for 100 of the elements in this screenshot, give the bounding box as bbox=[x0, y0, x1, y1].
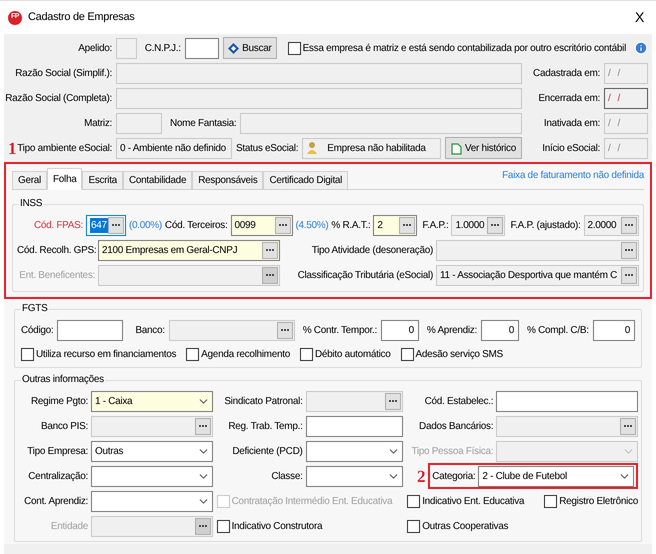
checkbox-option[interactable]: Outras Cooperativas bbox=[407, 518, 508, 534]
checkbox-option[interactable]: Indicativo Construtora bbox=[216, 518, 322, 534]
checkbox[interactable] bbox=[400, 348, 414, 361]
lookup-field[interactable]: 2100 Empresas em Geral-CNPJ bbox=[98, 240, 280, 260]
field-label: Razão Social (Simplif.): bbox=[14, 66, 112, 80]
input-field[interactable] bbox=[184, 38, 220, 58]
field-label: Cont. Aprendiz: bbox=[23, 494, 88, 508]
ellipsis-button[interactable] bbox=[621, 242, 637, 258]
dropdown[interactable]: 2 - Clube de Futebol bbox=[478, 466, 634, 486]
checkbox[interactable] bbox=[407, 520, 420, 532]
field-label: Deficiente (PCD) bbox=[231, 444, 303, 458]
ellipsis-button[interactable] bbox=[399, 216, 416, 234]
dropdown[interactable] bbox=[91, 490, 213, 512]
number-field[interactable]: 0 bbox=[592, 320, 635, 340]
dropdown[interactable] bbox=[91, 466, 213, 486]
tab[interactable]: Certificado Digital bbox=[263, 171, 348, 190]
lookup-field[interactable]: 0099 bbox=[230, 214, 292, 236]
checkbox-option[interactable]: Agenda recolhimento bbox=[186, 347, 290, 362]
field-label: Reg. Trab. Temp.: bbox=[227, 420, 303, 434]
search-button[interactable]: Buscar bbox=[223, 37, 276, 59]
field-label: C.N.P.J.: bbox=[144, 42, 181, 56]
ellipsis-button[interactable] bbox=[262, 242, 278, 258]
ellipsis-button[interactable] bbox=[620, 418, 636, 434]
annotation-number: 1 bbox=[8, 140, 16, 156]
ellipsis-button[interactable] bbox=[621, 216, 637, 234]
checkbox-label: Débito automático bbox=[314, 348, 390, 362]
number-field[interactable]: 0 bbox=[380, 320, 419, 340]
input-field[interactable] bbox=[57, 320, 124, 340]
checkbox-option[interactable]: Registro Eletrônico bbox=[544, 494, 638, 508]
diamond-logo-icon bbox=[228, 42, 240, 54]
tab[interactable]: Escrita bbox=[82, 171, 123, 190]
field-label: Categoria: bbox=[432, 470, 476, 484]
field-label: Cód. Recolh. GPS: bbox=[17, 244, 95, 258]
dropdown[interactable] bbox=[306, 466, 404, 486]
input-field[interactable]: 0 - Ambiente não definido bbox=[116, 138, 232, 158]
checkbox[interactable] bbox=[288, 42, 301, 54]
field-label: Ent. Beneficentes: bbox=[18, 268, 95, 282]
lookup-field[interactable]: 11 - Associação Desportiva que mantém C bbox=[436, 264, 639, 286]
input-field[interactable] bbox=[116, 112, 162, 134]
tab[interactable]: Folha bbox=[46, 168, 82, 190]
checkbox-label: Utiliza recurso em financiamentos bbox=[36, 348, 176, 362]
checkbox[interactable] bbox=[186, 348, 200, 361]
checkbox-option[interactable]: Utiliza recurso em financiamentos bbox=[21, 347, 176, 362]
checkbox[interactable] bbox=[21, 348, 34, 361]
input-field[interactable] bbox=[306, 416, 404, 436]
document-icon bbox=[450, 142, 462, 154]
input-field[interactable] bbox=[240, 112, 522, 134]
lookup-field[interactable] bbox=[91, 416, 213, 436]
dropdown[interactable]: 1 - Caixa bbox=[91, 390, 213, 412]
lookup-field[interactable] bbox=[168, 320, 295, 340]
ellipsis-button[interactable] bbox=[108, 216, 124, 234]
close-button[interactable]: X bbox=[630, 7, 648, 28]
ellipsis-button[interactable] bbox=[487, 216, 504, 234]
tab[interactable]: Responsáveis bbox=[192, 171, 264, 190]
status-field[interactable]: Empresa não habilitada bbox=[302, 138, 441, 158]
ellipsis-button[interactable] bbox=[194, 418, 211, 434]
lookup-field[interactable]: 2 bbox=[373, 214, 418, 236]
checkbox-option[interactable]: Adesão serviço SMS bbox=[400, 347, 503, 362]
checkbox-option[interactable]: Indicativo Ent. Educativa bbox=[407, 494, 524, 508]
group-title: Outras informações bbox=[21, 373, 105, 387]
field-label: Tipo Empresa: bbox=[26, 444, 88, 458]
field-label: Apelido: bbox=[77, 42, 112, 56]
lookup-field[interactable] bbox=[496, 416, 638, 436]
checkbox-option[interactable]: Débito automático bbox=[300, 347, 390, 362]
input-field[interactable] bbox=[496, 390, 638, 412]
field-label: Cód. FPAS: bbox=[32, 218, 83, 232]
date-field[interactable]: / / bbox=[604, 88, 648, 108]
checkbox[interactable] bbox=[216, 520, 230, 532]
input-field[interactable] bbox=[116, 38, 137, 58]
field-label: % Compl. C/B: bbox=[527, 324, 589, 338]
tab[interactable]: Contabilidade bbox=[122, 171, 192, 190]
ellipsis-button[interactable] bbox=[276, 322, 293, 338]
field-label: Cód. Estabelec.: bbox=[424, 394, 494, 408]
number-field[interactable]: 0 bbox=[481, 320, 519, 340]
revenue-link[interactable]: Faixa de faturamento não definida bbox=[502, 168, 644, 183]
ellipsis-button[interactable] bbox=[385, 392, 402, 410]
checkbox[interactable] bbox=[300, 348, 313, 361]
lookup-field[interactable] bbox=[436, 240, 639, 260]
field-label: Sindicato Patronal: bbox=[223, 394, 303, 408]
field-label: Regime Pgto: bbox=[30, 394, 88, 408]
dropdown[interactable] bbox=[306, 440, 404, 462]
lookup-field[interactable]: 647 bbox=[86, 214, 126, 236]
lookup-field[interactable]: 1.0000 bbox=[451, 214, 506, 236]
ellipsis-button[interactable] bbox=[274, 216, 290, 234]
field-label: Dados Bancários: bbox=[418, 420, 494, 434]
checkbox-label: Indicativo Ent. Educativa bbox=[422, 494, 524, 508]
input-field[interactable] bbox=[116, 62, 522, 84]
info-icon[interactable] bbox=[634, 41, 648, 55]
tab[interactable]: Geral bbox=[12, 171, 47, 190]
field-label: Cadastrada em: bbox=[532, 66, 600, 80]
ellipsis-button[interactable] bbox=[621, 266, 637, 284]
field-label: % R.A.T.: bbox=[331, 218, 370, 232]
checkbox[interactable] bbox=[544, 494, 558, 508]
input-field[interactable] bbox=[116, 88, 522, 108]
checkbox[interactable] bbox=[407, 494, 420, 508]
checkbox-label: Adesão serviço SMS bbox=[416, 348, 503, 362]
dropdown[interactable]: Outras bbox=[91, 440, 213, 462]
lookup-field[interactable] bbox=[306, 390, 404, 412]
lookup-field[interactable]: 2.0000 bbox=[584, 214, 639, 236]
history-button[interactable]: Ver histórico bbox=[444, 137, 522, 159]
